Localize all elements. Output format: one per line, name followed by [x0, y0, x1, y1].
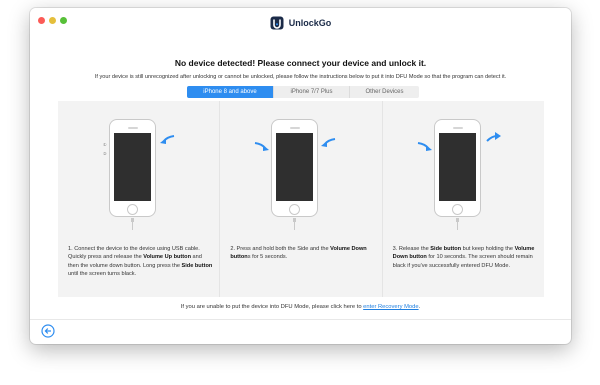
instruction-panels: ① ② 1. Connect the device to the device …	[58, 101, 544, 297]
step-1-panel: ① ② 1. Connect the device to the device …	[58, 101, 221, 297]
highlight-text: Side button	[430, 246, 462, 252]
app-brand: UnlockGo	[30, 16, 571, 32]
phone-screen	[114, 133, 151, 201]
step-2-description: 2. Press and hold both the Side and the …	[230, 245, 375, 262]
app-window: UnlockGo No device detected! Please conn…	[30, 8, 571, 344]
step-text: but keep holding the	[461, 246, 515, 252]
step-text: s for 5 seconds.	[247, 254, 288, 261]
footer-text: If you are unable to put the device into…	[180, 304, 364, 310]
right-arrow-icon	[160, 135, 175, 144]
app-title: UnlockGo	[288, 18, 332, 28]
enter-recovery-mode-link[interactable]: enter Recovery Mode	[363, 304, 418, 310]
volume-down-label: ②	[103, 151, 107, 156]
device-tabs: iPhone 8 and above iPhone 7/7 Plus Other…	[187, 86, 419, 98]
usb-cable-icon	[455, 218, 459, 230]
page-title: No device detected! Please connect your …	[174, 58, 427, 68]
page-subtitle: If your device is still unrecognized aft…	[94, 74, 507, 80]
unlockgo-logo-icon	[270, 16, 284, 30]
step-1-description: 1. Connect the device to the device usin…	[68, 245, 213, 278]
step-text: 2. Press and hold both the Side and the	[230, 246, 331, 252]
title-bar: UnlockGo	[30, 8, 571, 38]
step-text: 3. Release the	[392, 246, 431, 252]
tab-iphone-7[interactable]: iPhone 7/7 Plus	[274, 86, 350, 98]
usb-cable-icon	[293, 218, 297, 230]
footer-end: .	[418, 304, 421, 310]
step-2-panel: 2. Press and hold both the Side and the …	[220, 101, 383, 297]
tab-iphone-8-and-above[interactable]: iPhone 8 and above	[187, 86, 274, 98]
left-arrow-icon	[417, 142, 432, 151]
highlight-text: Side button	[181, 262, 213, 269]
step-3-panel: 3. Release the Side button but keep hold…	[383, 101, 544, 297]
step-3-description: 3. Release the Side button but keep hold…	[393, 245, 538, 270]
tab-other-devices[interactable]: Other Devices	[350, 86, 419, 98]
highlight-text: Volume Up button	[143, 254, 191, 261]
step-text: until the screen turns black.	[68, 270, 137, 277]
footer-divider	[30, 319, 571, 320]
iphone-illustration	[271, 119, 319, 217]
volume-up-label: ①	[103, 142, 107, 147]
right-arrow-icon	[321, 138, 336, 147]
iphone-illustration	[109, 119, 156, 217]
iphone-illustration	[433, 119, 481, 217]
recovery-footer: If you are unable to put the device into…	[30, 304, 571, 310]
phone-screen	[438, 133, 476, 201]
usb-cable-icon	[131, 218, 134, 230]
back-button[interactable]	[41, 324, 55, 338]
phone-screen	[276, 133, 314, 201]
release-arrow-icon	[485, 132, 501, 142]
left-arrow-icon	[255, 142, 270, 151]
